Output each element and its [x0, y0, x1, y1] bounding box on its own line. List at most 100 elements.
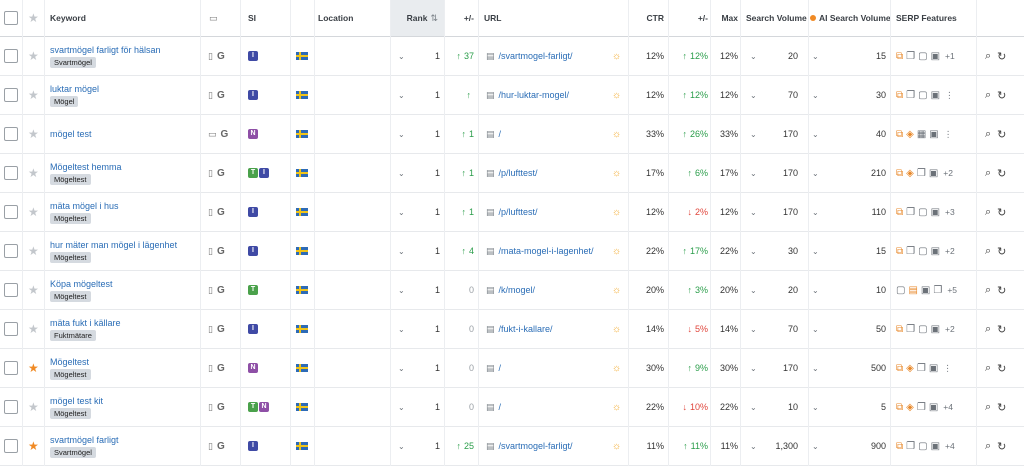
- search-icon[interactable]: ⌕: [985, 206, 991, 219]
- row-checkbox[interactable]: [4, 154, 18, 192]
- more-features[interactable]: ⋮: [944, 129, 953, 140]
- serp-feature-image-icon[interactable]: ▣: [931, 51, 940, 62]
- chevron-down-icon[interactable]: ⌄: [398, 427, 408, 465]
- volume-chevron-icon[interactable]: ⌄: [750, 388, 760, 426]
- serp-feature-copy-icon[interactable]: ❐: [917, 402, 926, 413]
- serp-feature-puzzle-icon[interactable]: ⧉: [896, 402, 903, 413]
- star-icon[interactable]: ★: [28, 349, 40, 387]
- row-checkbox[interactable]: [4, 232, 18, 270]
- chevron-down-icon[interactable]: ⌄: [398, 349, 408, 387]
- volume-chevron-icon[interactable]: ⌄: [750, 76, 760, 114]
- serp-feature-image-icon[interactable]: ▣: [929, 363, 938, 374]
- serp-feature-image-icon[interactable]: ▣: [931, 441, 940, 452]
- refresh-icon[interactable]: ↻: [997, 89, 1006, 102]
- keyword-link[interactable]: svartmögel farligt: [50, 435, 119, 445]
- row-checkbox[interactable]: [4, 310, 18, 348]
- url-link[interactable]: /: [499, 363, 502, 373]
- url-link[interactable]: /: [499, 402, 502, 412]
- chevron-down-icon[interactable]: ⌄: [398, 310, 408, 348]
- serp-feature-cart-icon[interactable]: ▤: [908, 285, 917, 296]
- serp-feature-image-icon[interactable]: ▣: [931, 90, 940, 101]
- ai-volume-chevron-icon[interactable]: ⌄: [812, 37, 822, 75]
- serp-feature-copy-icon[interactable]: ❐: [933, 285, 942, 296]
- ai-volume-chevron-icon[interactable]: ⌄: [812, 388, 822, 426]
- keyword-tag[interactable]: Svartmögel: [50, 446, 96, 458]
- keyword-tag[interactable]: Mögeltest: [50, 368, 91, 380]
- volume-chevron-icon[interactable]: ⌄: [750, 193, 760, 231]
- star-header-icon[interactable]: ★: [28, 0, 40, 36]
- star-icon[interactable]: ★: [28, 193, 40, 231]
- url-link[interactable]: /hur-luktar-mogel/: [499, 90, 570, 100]
- more-features[interactable]: +1: [945, 51, 955, 61]
- star-icon[interactable]: ★: [28, 388, 40, 426]
- table-row[interactable]: ★ Mögeltest hemma Mögeltest ▯ G TI ⌄ 1 ↑…: [0, 154, 1024, 193]
- ai-volume-chevron-icon[interactable]: ⌄: [812, 271, 822, 309]
- more-features[interactable]: +3: [945, 207, 955, 217]
- serp-feature-image-icon[interactable]: ▣: [921, 285, 930, 296]
- keyword-link[interactable]: mäta mögel i hus: [50, 201, 119, 211]
- serp-feature-chat-icon[interactable]: ▢: [918, 51, 927, 62]
- serp-feature-puzzle-icon[interactable]: ⧉: [896, 441, 903, 452]
- refresh-icon[interactable]: ↻: [997, 284, 1006, 297]
- serp-feature-chat-icon[interactable]: ▢: [918, 90, 927, 101]
- url-link[interactable]: /svartmogel-farligt/: [499, 51, 573, 61]
- keyword-tag[interactable]: Mögel: [50, 95, 79, 107]
- chevron-down-icon[interactable]: ⌄: [398, 193, 408, 231]
- refresh-icon[interactable]: ↻: [997, 401, 1006, 414]
- more-features[interactable]: ⋮: [943, 363, 952, 374]
- search-icon[interactable]: ⌕: [985, 50, 991, 63]
- volume-chevron-icon[interactable]: ⌄: [750, 349, 760, 387]
- chevron-down-icon[interactable]: ⌄: [398, 232, 408, 270]
- serp-feature-chat-icon[interactable]: ▢: [918, 441, 927, 452]
- volume-chevron-icon[interactable]: ⌄: [750, 271, 760, 309]
- more-features[interactable]: ⋮: [945, 90, 954, 101]
- serp-feature-image-icon[interactable]: ▣: [929, 402, 938, 413]
- keyword-link[interactable]: hur mäter man mögel i lägenhet: [50, 240, 177, 250]
- more-features[interactable]: +5: [947, 285, 957, 295]
- table-row[interactable]: ★ mäta fukt i källare Fuktmätare ▯ G I ⌄…: [0, 310, 1024, 349]
- refresh-icon[interactable]: ↻: [997, 440, 1006, 453]
- rank-change-header[interactable]: +/-: [448, 0, 474, 36]
- keyword-tag[interactable]: Mögeltest: [50, 251, 91, 263]
- keyword-link[interactable]: Mögeltest hemma: [50, 162, 122, 172]
- serp-feature-tag-icon[interactable]: ◈: [906, 168, 914, 179]
- star-icon[interactable]: ★: [28, 76, 40, 114]
- row-checkbox[interactable]: [4, 271, 18, 309]
- row-checkbox[interactable]: [4, 427, 18, 465]
- serp-feature-copy-icon[interactable]: ❐: [906, 207, 915, 218]
- search-icon[interactable]: ⌕: [985, 245, 991, 258]
- serp-feature-puzzle-icon[interactable]: ⧉: [896, 324, 903, 335]
- star-icon[interactable]: ★: [28, 232, 40, 270]
- star-icon[interactable]: ★: [28, 154, 40, 192]
- search-volume-header[interactable]: Search Volume: [746, 0, 808, 36]
- row-checkbox[interactable]: [4, 115, 18, 153]
- table-row[interactable]: ★ svartmögel farligt Svartmögel ▯ G I ⌄ …: [0, 427, 1024, 466]
- more-features[interactable]: +2: [945, 246, 955, 256]
- search-icon[interactable]: ⌕: [985, 440, 991, 453]
- more-features[interactable]: +2: [945, 324, 955, 334]
- url-header[interactable]: URL: [484, 0, 544, 36]
- serp-feature-tag-icon[interactable]: ◈: [906, 402, 914, 413]
- keyword-tag[interactable]: Mögeltest: [50, 173, 91, 185]
- more-features[interactable]: +2: [943, 168, 953, 178]
- row-checkbox[interactable]: [4, 349, 18, 387]
- serp-feature-chat-icon[interactable]: ▢: [918, 246, 927, 257]
- url-link[interactable]: /fukt-i-kallare/: [499, 324, 553, 334]
- chevron-down-icon[interactable]: ⌄: [398, 37, 408, 75]
- search-icon[interactable]: ⌕: [985, 401, 991, 414]
- star-icon[interactable]: ★: [28, 427, 40, 465]
- serp-feature-chat-icon[interactable]: ▢: [896, 285, 905, 296]
- serp-feature-copy-icon[interactable]: ❐: [906, 441, 915, 452]
- serp-feature-puzzle-icon[interactable]: ⧉: [896, 129, 903, 140]
- keyword-tag[interactable]: Mögeltest: [50, 212, 91, 224]
- keyword-link[interactable]: mögel test: [50, 129, 92, 139]
- serp-feature-chat-icon[interactable]: ▢: [918, 207, 927, 218]
- row-checkbox[interactable]: [4, 193, 18, 231]
- volume-chevron-icon[interactable]: ⌄: [750, 427, 760, 465]
- url-link[interactable]: /p/lufttest/: [499, 207, 538, 217]
- serp-feature-puzzle-icon[interactable]: ⧉: [896, 246, 903, 257]
- serp-feature-image-icon[interactable]: ▣: [929, 168, 938, 179]
- keyword-tag[interactable]: Mögeltest: [50, 407, 91, 419]
- url-link[interactable]: /mata-mogel-i-lagenhet/: [499, 246, 594, 256]
- serp-features-header[interactable]: SERP Features: [896, 0, 966, 36]
